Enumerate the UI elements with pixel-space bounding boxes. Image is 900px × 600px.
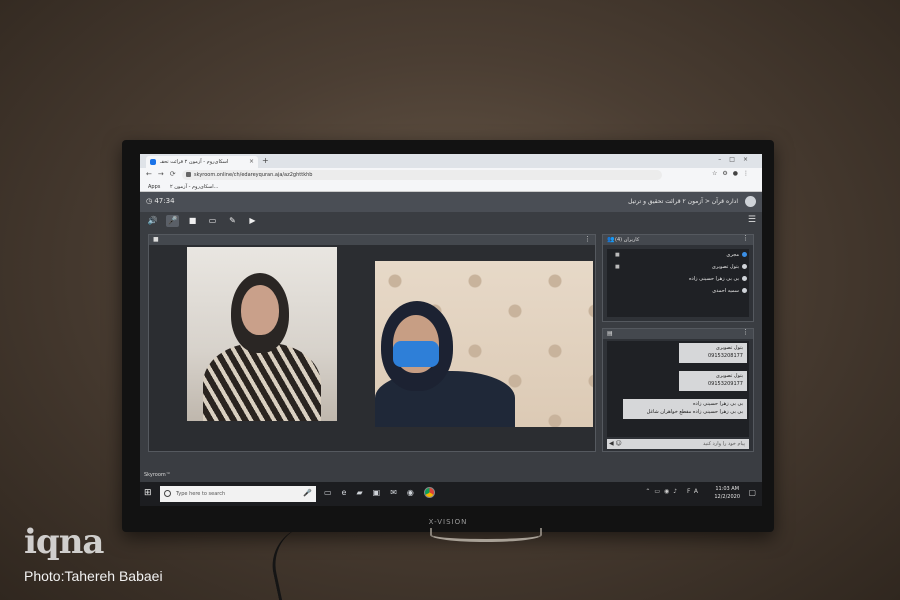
window-controls[interactable]: –□× [718,156,756,163]
menu-icon[interactable]: ☰ [748,215,756,225]
kebab-menu-icon[interactable]: ⋮ [742,328,749,336]
kebab-menu-icon[interactable]: ⋮ [742,234,749,242]
photo-credit: Photo:Tahereh Babaei [24,568,163,584]
message-line: بتول تصویری [715,373,743,379]
chat-message: بتول تصویری 09153208177 [679,343,747,363]
taskbar-clock[interactable]: 11:03 AM 12/2/2020 [714,485,740,501]
video-feed-presenter [187,247,337,421]
video-panel-header: ■ ⋮ [149,235,595,245]
extension-icons[interactable]: ☆⚙●⋮ [712,170,754,177]
chat-panel-header: ▤ ⋮ [603,328,753,339]
user-icon [742,288,747,293]
search-icon [164,490,171,497]
pinned-apps[interactable]: ▭e▰▣✉◉ [324,487,435,498]
notification-icon[interactable]: ▢ [748,488,756,497]
address-bar: ←→⟳ skyroom.online/ch/edareyquran.aja/az… [140,168,762,182]
chat-messages: بتول تصویری 09153208177 بتول تصویری 0915… [607,341,749,437]
account-icon[interactable] [745,196,756,207]
language-indicator[interactable]: FA [687,488,702,495]
monitor-brand: X-VISION [428,518,468,526]
send-icon[interactable]: ◀ ☺ [609,440,622,447]
bookmark-skyroom[interactable]: اسکای‌روم - آزمون ۲... [170,184,218,190]
list-item[interactable]: سمیه احمدی [607,285,749,297]
user-name: مجری [726,252,739,258]
bookmarks-bar: Apps اسکای‌روم - آزمون ۲... [140,182,762,192]
presenter-body [203,343,321,421]
app-header: ◷ 47:34 اداره قرآن < آزمون ۲ قرائت تحقیق… [140,192,762,212]
bookmark-apps[interactable]: Apps [148,184,160,190]
browser-tabbar: اسکای‌روم - آزمون ۲ قرائت تحقـ × + –□× [140,154,762,168]
url-text: skyroom.online/ch/edareyquran.aja/az2ght… [194,172,313,178]
close-icon[interactable]: × [249,158,254,165]
session-timer: ◷ 47:34 [146,197,175,205]
user-icon [742,276,747,281]
whiteboard-icon[interactable]: ✎ [226,215,239,227]
new-tab-button[interactable]: + [262,156,269,165]
clock-date: 12/2/2020 [714,494,740,500]
lock-icon [186,172,191,177]
face-mask [393,341,439,367]
chat-panel: ▤ ⋮ بتول تصویری 09153208177 بتول تصویری … [602,328,754,452]
chat-placeholder: پیام خود را وارد کنید [702,441,745,447]
windows-start-icon[interactable]: ⊞ [144,488,152,498]
video-panel: ■ ⋮ [148,234,596,452]
chat-icon: ▤ [607,330,613,337]
users-panel: 👥 کاربران (4) ⋮ مجری ■ بتول تصویری ■ بی … [602,234,754,322]
power-cable [265,526,319,600]
message-line: 09153208177 [708,353,743,359]
tab-title: اسکای‌روم - آزمون ۲ قرائت تحقـ [160,159,229,165]
kebab-menu-icon[interactable]: ⋮ [584,235,591,243]
user-name: بی بی زهرا حسینی زاده [688,276,739,282]
clock-time: 11:03 AM [715,486,740,492]
chat-input[interactable]: پیام خود را وارد کنید ◀ ☺ [607,439,749,449]
favicon-icon [150,159,156,165]
list-item[interactable]: مجری ■ [607,249,749,261]
monitor-stand [430,528,542,542]
video-icon: ■ [615,264,620,270]
message-line: بی بی زهرا حسینی زاده مقطع خواهران شاغل [646,409,743,415]
chrome-icon[interactable] [423,487,435,498]
list-item[interactable]: بتول تصویری ■ [607,261,749,273]
chat-message: بتول تصویری 09153209177 [679,371,747,391]
media-icon[interactable]: ▶ [246,215,259,227]
system-tray[interactable]: ⌃▭◉♪ FA [645,488,702,495]
presenter-face [241,285,279,335]
url-input[interactable]: skyroom.online/ch/edareyquran.aja/az2ght… [182,170,662,180]
video-camera-icon: ■ [153,236,159,243]
skyroom-logo: Skyroom™ [144,472,171,478]
monitor: اسکای‌روم - آزمون ۲ قرائت تحقـ × + –□× ←… [122,140,774,532]
list-item[interactable]: بی بی زهرا حسینی زاده [607,273,749,285]
taskbar-search[interactable]: Type here to search 🎤 [160,486,316,502]
users-icon: 👥 [607,236,615,243]
browser-tab[interactable]: اسکای‌روم - آزمون ۲ قرائت تحقـ × [146,156,258,168]
message-line: 09153209177 [708,381,743,387]
user-icon [742,252,747,257]
app-toolbar: 🔊 🎤 ■ ▭ ✎ ▶ ☰ [140,212,762,230]
message-line: بتول تصویری [715,345,743,351]
users-panel-header: 👥 کاربران (4) ⋮ [603,234,753,245]
mic-muted-icon[interactable]: 🎤 [166,215,179,227]
message-line: بی بی زهرا حسینی زاده [692,401,743,407]
user-icon [742,264,747,269]
screen-share-icon[interactable]: ▭ [206,215,219,227]
chat-message: بی بی زهرا حسینی زاده بی بی زهرا حسینی ز… [623,399,747,419]
timer-value: 47:34 [154,197,175,205]
user-name: بتول تصویری [711,264,739,270]
windows-taskbar: ⊞ Type here to search 🎤 ▭e▰▣✉◉ ⌃▭◉♪ FA 1… [140,482,762,506]
room-title: اداره قرآن < آزمون ۲ قرائت تحقیق و ترتیل [628,198,738,205]
microphone-icon[interactable]: 🎤 [303,489,312,497]
user-list: مجری ■ بتول تصویری ■ بی بی زهرا حسینی زا… [607,249,749,317]
users-panel-title: کاربران (4) [615,237,640,243]
video-icon: ■ [615,252,620,258]
video-feed-participant [375,261,593,427]
search-placeholder: Type here to search [176,491,226,497]
user-name: سمیه احمدی [712,288,739,294]
screen: اسکای‌روم - آزمون ۲ قرائت تحقـ × + –□× ←… [140,154,762,506]
nav-buttons[interactable]: ←→⟳ [146,170,182,178]
camera-icon[interactable]: ■ [186,215,199,227]
speaker-icon[interactable]: 🔊 [146,215,159,227]
iqna-logo: iqna [24,522,104,562]
